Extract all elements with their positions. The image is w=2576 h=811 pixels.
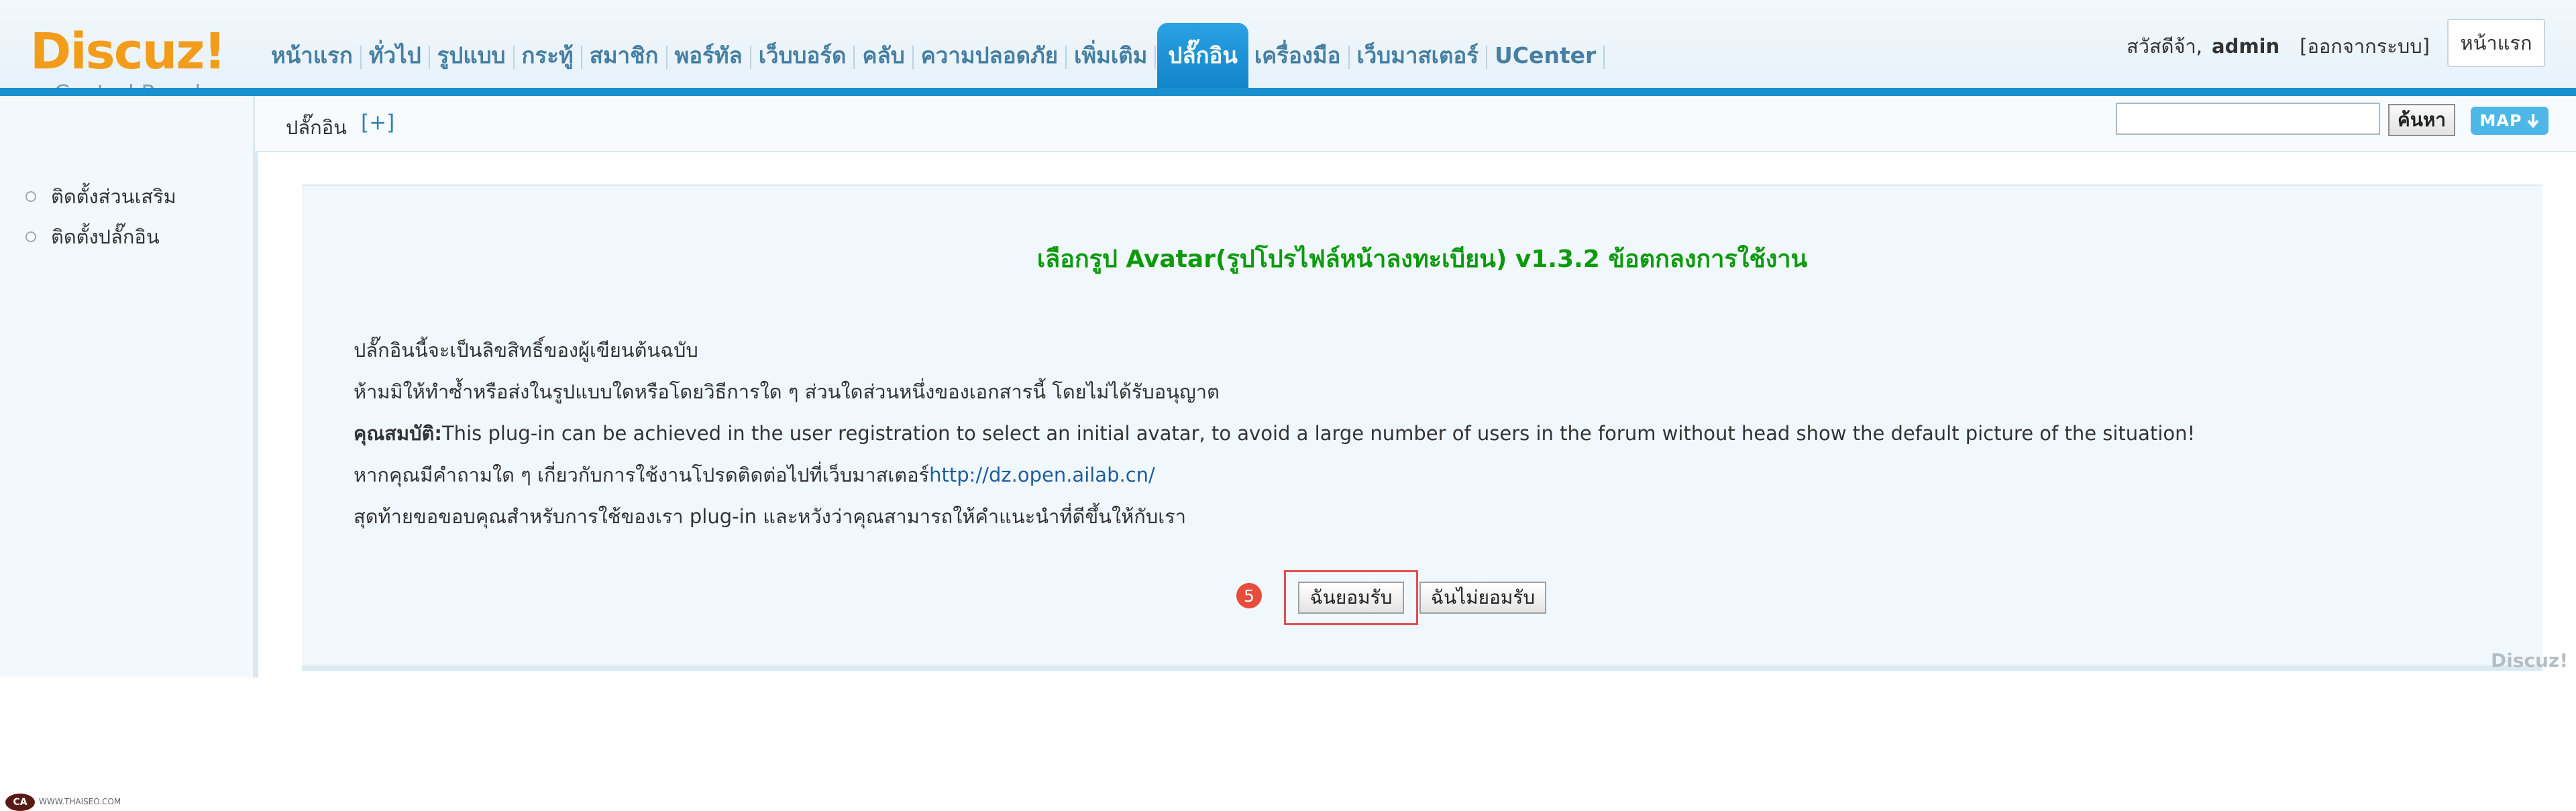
decline-button[interactable]: ฉันไม่ยอมรับ	[1419, 582, 1546, 614]
sidebar-top	[0, 96, 258, 151]
nav-separator	[1155, 46, 1157, 69]
header-accent-bar	[0, 88, 2576, 96]
top-header: Discuz! Control Panel หน้าแรก ทั่วไป รูป…	[0, 0, 2576, 104]
nav-separator	[665, 46, 667, 69]
license-line: ปลั๊กอินนี้จะเป็นลิขสิทธิ์ของผู้เขียนต้น…	[354, 339, 698, 362]
license-agreement-panel: เลือกรูป Avatar(รูปโปรไฟล์หน้าลงทะเบียน)…	[302, 184, 2542, 671]
contact-link[interactable]: http://dz.open.ailab.cn/	[929, 464, 1155, 486]
tab-extras[interactable]: เพิ่มเติม	[1068, 23, 1153, 88]
discuz-watermark: Discuz!	[2491, 649, 2569, 671]
site-corner-logo: CA WWW.THAISEO.COM	[5, 794, 121, 811]
license-line: ห้ามมิให้ทำซ้ำหรือส่งในรูปแบบใดหรือโดยวิ…	[354, 380, 1220, 403]
tab-forum[interactable]: เว็บบอร์ด	[753, 23, 853, 88]
tab-webmaster[interactable]: เว็บมาสเตอร์	[1351, 23, 1485, 88]
nav-separator	[360, 46, 362, 69]
sub-header: ปลั๊กอิน [+] ค้นหา MAP	[255, 96, 2576, 152]
nav-separator	[1065, 46, 1067, 69]
nav-separator	[749, 46, 751, 69]
corner-logo-text: WWW.THAISEO.COM	[39, 797, 121, 807]
add-shortcut-link[interactable]: [+]	[361, 111, 394, 135]
bullet-icon	[25, 191, 36, 202]
nav-separator	[580, 46, 582, 69]
sidebar-item-label: ติดตั้งปลั๊กอิน	[51, 225, 160, 248]
username: admin	[2212, 35, 2280, 58]
home-button[interactable]: หน้าแรก	[2447, 19, 2545, 67]
nav-separator	[912, 46, 914, 69]
feature-text: This plug-in can be achieved in the user…	[441, 422, 2196, 445]
page-title: เลือกรูป Avatar(รูปโปรไฟล์หน้าลงทะเบียน)…	[1036, 246, 1808, 273]
nav-separator	[1485, 46, 1487, 69]
nav-separator	[853, 46, 855, 69]
tab-tools[interactable]: เครื่องมือ	[1248, 23, 1347, 88]
map-button-label: MAP	[2479, 111, 2522, 130]
tab-style[interactable]: รูปแบบ	[431, 23, 512, 88]
accept-button[interactable]: ฉันยอมรับ	[1298, 582, 1404, 614]
map-button[interactable]: MAP	[2471, 107, 2548, 135]
bullet-icon	[25, 231, 36, 242]
nav-separator	[513, 46, 515, 69]
tab-members[interactable]: สมาชิก	[584, 23, 665, 88]
closing-line: สุดท้ายขอขอบคุณสำหรับการใช้ของเรา plug-i…	[354, 505, 1186, 528]
user-area: สวัสดีจ้า, admin [ออกจากระบบ]	[2127, 31, 2430, 62]
sidebar-item-install-plugins[interactable]: ติดตั้งปลั๊กอิน	[25, 221, 160, 252]
sidebar-item-install-addons[interactable]: ติดตั้งส่วนเสริม	[25, 181, 176, 212]
site-logo-icon: CA	[5, 794, 35, 811]
main-nav: หน้าแรก ทั่วไป รูปแบบ กระทู้ สมาชิก พอร์…	[265, 23, 1606, 88]
tab-security[interactable]: ความปลอดภัย	[915, 23, 1064, 88]
arrow-down-icon	[2527, 114, 2539, 129]
nav-separator	[1348, 46, 1350, 69]
search-input[interactable]	[2116, 103, 2380, 135]
breadcrumb: ปลั๊กอิน	[286, 116, 347, 139]
contact-line: หากคุณมีคำถามใด ๆ เกี่ยวกับการใช้งานโปรด…	[354, 459, 1155, 490]
tab-club[interactable]: คลับ	[856, 23, 910, 88]
feature-line: คุณสมบัติ:This plug-in can be achieved i…	[354, 418, 2195, 449]
sidebar: ติดตั้งส่วนเสริม ติดตั้งปลั๊กอิน CA WWW.…	[0, 151, 258, 811]
contact-text: หากคุณมีคำถามใด ๆ เกี่ยวกับการใช้งานโปรด…	[354, 464, 930, 486]
greeting-text: สวัสดีจ้า,	[2127, 35, 2203, 58]
nav-separator	[1603, 46, 1605, 69]
logo-brand: Discuz!	[30, 23, 226, 80]
tab-general[interactable]: ทั่วไป	[363, 23, 427, 88]
tab-ucenter[interactable]: UCenter	[1489, 23, 1602, 88]
sidebar-item-label: ติดตั้งส่วนเสริม	[51, 185, 176, 208]
tab-plugins[interactable]: ปลั๊กอิน	[1157, 23, 1248, 88]
feature-label: คุณสมบัติ:	[354, 422, 442, 445]
step-badge: 5	[1236, 583, 1262, 608]
tab-threads[interactable]: กระทู้	[516, 23, 580, 88]
logout-link[interactable]: [ออกจากระบบ]	[2300, 31, 2430, 62]
tab-portal[interactable]: พอร์ทัล	[669, 23, 749, 88]
search-button[interactable]: ค้นหา	[2388, 104, 2455, 136]
nav-separator	[428, 46, 430, 69]
tab-home[interactable]: หน้าแรก	[265, 23, 359, 88]
